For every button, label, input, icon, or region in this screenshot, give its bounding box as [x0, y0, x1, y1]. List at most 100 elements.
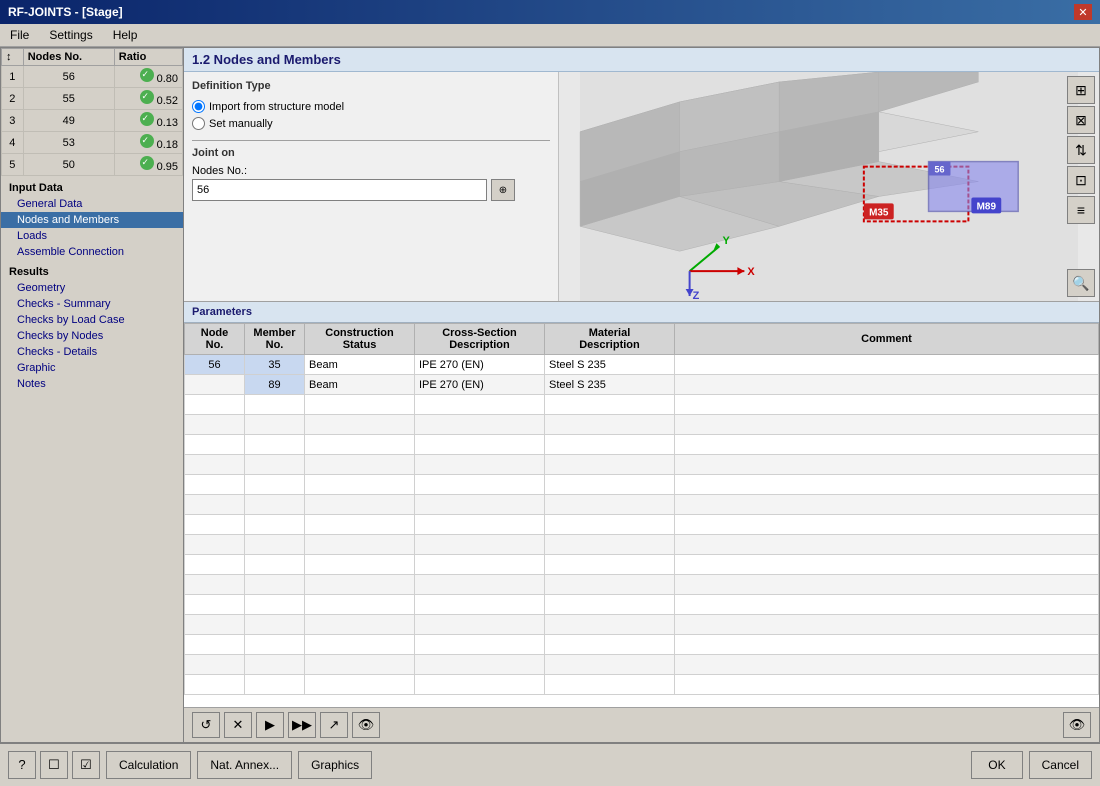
empty-material [545, 515, 675, 535]
row-id: 1 [2, 66, 24, 88]
empty-node [185, 495, 245, 515]
empty-comment [675, 535, 1099, 555]
delete-button[interactable]: ✕ [224, 712, 252, 738]
table-row[interactable]: 1 56 0.80 [2, 66, 183, 88]
row-node: 49 [23, 110, 114, 132]
row-id: 5 [2, 154, 24, 176]
params-row-empty [185, 595, 1099, 615]
comment-cell [675, 355, 1099, 375]
view-toggle-button[interactable]: 👁 [352, 712, 380, 738]
window-title: RF-JOINTS - [Stage] [8, 5, 123, 19]
node-no-cell [185, 375, 245, 395]
empty-member [245, 415, 305, 435]
empty-node [185, 555, 245, 575]
next-all-button[interactable]: ▶▶ [288, 712, 316, 738]
empty-node [185, 435, 245, 455]
table-row[interactable]: 4 53 0.18 [2, 132, 183, 154]
ok-button[interactable]: OK [971, 751, 1022, 779]
view-btn-3[interactable]: ⇅ [1067, 136, 1095, 164]
nav-graphic[interactable]: Graphic [1, 360, 183, 376]
params-row-empty [185, 655, 1099, 675]
empty-comment [675, 575, 1099, 595]
row-node: 56 [23, 66, 114, 88]
nav-assemble-connection[interactable]: Assemble Connection [1, 244, 183, 260]
material-cell: Steel S 235 [545, 355, 675, 375]
calculation-button[interactable]: Calculation [106, 751, 191, 779]
nodes-no-input[interactable] [192, 179, 487, 201]
params-row-empty [185, 615, 1099, 635]
save-button[interactable]: ☐ [40, 751, 68, 779]
table-row[interactable]: 3 49 0.13 [2, 110, 183, 132]
empty-cross [415, 615, 545, 635]
view-btn-1[interactable]: ⊞ [1067, 76, 1095, 104]
left-panel: ↕ Nodes No. Ratio 1 56 0.80 2 55 0.52 3 … [1, 48, 184, 742]
nav-checks-load-case[interactable]: Checks by Load Case [1, 312, 183, 328]
menu-file[interactable]: File [4, 26, 35, 44]
empty-comment [675, 615, 1099, 635]
empty-member [245, 575, 305, 595]
empty-comment [675, 635, 1099, 655]
empty-comment [675, 675, 1099, 695]
empty-construction [305, 495, 415, 515]
empty-comment [675, 455, 1099, 475]
view-btn-5[interactable]: ≡ [1067, 196, 1095, 224]
radio-manual-input[interactable] [192, 117, 205, 130]
view-btn-4[interactable]: ⊡ [1067, 166, 1095, 194]
empty-material [545, 495, 675, 515]
nodes-no-picker-button[interactable]: ⊕ [491, 179, 515, 201]
input-data-title: Input Data [1, 180, 183, 196]
magnify-button[interactable]: 🔍 [1067, 269, 1095, 297]
empty-cross [415, 575, 545, 595]
member-no-cell: 35 [245, 355, 305, 375]
col-material: MaterialDescription [545, 324, 675, 355]
empty-node [185, 675, 245, 695]
nav-checks-summary[interactable]: Checks - Summary [1, 296, 183, 312]
menu-help[interactable]: Help [107, 26, 144, 44]
empty-member [245, 535, 305, 555]
nav-nodes-members[interactable]: Nodes and Members [1, 212, 183, 228]
view-btn-2[interactable]: ⊠ [1067, 106, 1095, 134]
empty-material [545, 555, 675, 575]
nav-general-data[interactable]: General Data [1, 196, 183, 212]
nav-geometry[interactable]: Geometry [1, 280, 183, 296]
empty-member [245, 475, 305, 495]
nav-notes[interactable]: Notes [1, 376, 183, 392]
empty-member [245, 635, 305, 655]
member-no-cell: 89 [245, 375, 305, 395]
params-row[interactable]: 89 Beam IPE 270 (EN) Steel S 235 [185, 375, 1099, 395]
eye-right-button[interactable]: 👁 [1063, 712, 1091, 738]
nav-checks-details[interactable]: Checks - Details [1, 344, 183, 360]
row-ratio: 0.80 [114, 66, 182, 88]
table-row[interactable]: 5 50 0.95 [2, 154, 183, 176]
graphics-button[interactable]: Graphics [298, 751, 372, 779]
radio-import-input[interactable] [192, 100, 205, 113]
empty-cross [415, 555, 545, 575]
empty-material [545, 675, 675, 695]
close-button[interactable]: ✕ [1074, 4, 1092, 20]
params-row-empty [185, 535, 1099, 555]
empty-comment [675, 595, 1099, 615]
empty-node [185, 575, 245, 595]
row-node: 50 [23, 154, 114, 176]
nav-checks-nodes[interactable]: Checks by Nodes [1, 328, 183, 344]
next-button[interactable]: ▶ [256, 712, 284, 738]
cancel-button[interactable]: Cancel [1029, 751, 1092, 779]
menu-settings[interactable]: Settings [43, 26, 98, 44]
export-button[interactable]: ↗ [320, 712, 348, 738]
help-button[interactable]: ? [8, 751, 36, 779]
reset-button[interactable]: ↺ [192, 712, 220, 738]
print-button[interactable]: ☑ [72, 751, 100, 779]
params-section: Parameters NodeNo. MemberNo. Constructio… [184, 302, 1099, 742]
row-ratio: 0.13 [114, 110, 182, 132]
empty-member [245, 495, 305, 515]
empty-material [545, 575, 675, 595]
params-row[interactable]: 56 35 Beam IPE 270 (EN) Steel S 235 [185, 355, 1099, 375]
empty-comment [675, 655, 1099, 675]
nat-annex-button[interactable]: Nat. Annex... [197, 751, 292, 779]
row-ratio: 0.95 [114, 154, 182, 176]
empty-construction [305, 555, 415, 575]
nav-loads[interactable]: Loads [1, 228, 183, 244]
table-row[interactable]: 2 55 0.52 [2, 88, 183, 110]
empty-construction [305, 455, 415, 475]
col-member-no: MemberNo. [245, 324, 305, 355]
